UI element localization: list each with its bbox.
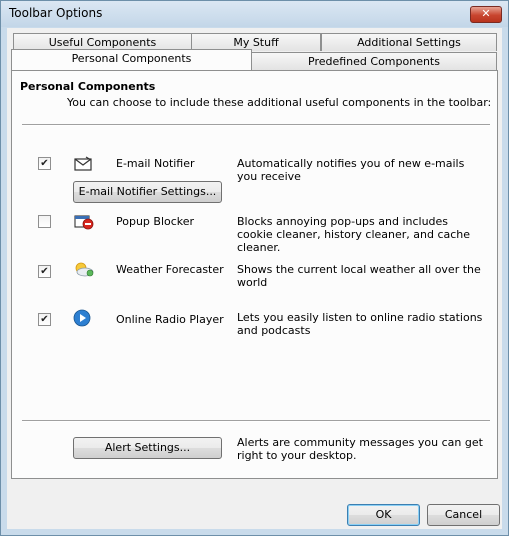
section-title: Personal Components bbox=[20, 80, 156, 93]
cancel-button[interactable]: Cancel bbox=[427, 504, 500, 526]
toolbar-options-window: Toolbar Options ✕ Useful Components My S… bbox=[0, 0, 509, 536]
tab-predefined-components[interactable]: Predefined Components bbox=[251, 52, 497, 70]
play-icon bbox=[73, 309, 95, 327]
email-notifier-checkbox[interactable]: ✔ bbox=[38, 157, 51, 170]
title-bar[interactable]: Toolbar Options ✕ bbox=[1, 1, 508, 27]
section-description: You can choose to include these addition… bbox=[67, 96, 492, 109]
popup-blocker-name: Popup Blocker bbox=[116, 215, 195, 228]
online-radio-player-checkbox[interactable]: ✔ bbox=[38, 313, 51, 326]
weather-forecaster-checkbox[interactable]: ✔ bbox=[38, 265, 51, 278]
bottom-divider bbox=[22, 420, 490, 422]
close-button[interactable]: ✕ bbox=[470, 6, 502, 23]
ok-button[interactable]: OK bbox=[347, 504, 420, 526]
envelope-icon bbox=[73, 155, 95, 173]
alert-settings-button[interactable]: Alert Settings... bbox=[73, 437, 222, 459]
window-title: Toolbar Options bbox=[9, 6, 103, 20]
email-notifier-name: E-mail Notifier bbox=[116, 157, 195, 170]
weather-forecaster-description: Shows the current local weather all over… bbox=[237, 263, 481, 289]
popup-blocker-checkbox[interactable] bbox=[38, 215, 51, 228]
personal-components-panel: Personal Components You can choose to in… bbox=[11, 70, 498, 479]
alerts-description: Alerts are community messages you can ge… bbox=[237, 436, 483, 462]
tab-personal-components[interactable]: Personal Components bbox=[11, 49, 252, 70]
email-notifier-settings-button[interactable]: E-mail Notifier Settings... bbox=[73, 181, 222, 203]
online-radio-player-name: Online Radio Player bbox=[116, 313, 224, 326]
dialog-client-area: Useful Components My Stuff Additional Se… bbox=[7, 28, 502, 529]
top-divider bbox=[22, 124, 490, 126]
tab-additional-settings[interactable]: Additional Settings bbox=[321, 33, 497, 51]
weather-icon bbox=[73, 260, 95, 278]
online-radio-player-description: Lets you easily listen to online radio s… bbox=[237, 311, 483, 337]
email-notifier-description: Automatically notifies you of new e-mail… bbox=[237, 157, 465, 183]
popup-blocker-icon bbox=[73, 213, 95, 231]
popup-blocker-description: Blocks annoying pop-ups and includes coo… bbox=[237, 215, 471, 254]
weather-forecaster-name: Weather Forecaster bbox=[116, 263, 224, 276]
